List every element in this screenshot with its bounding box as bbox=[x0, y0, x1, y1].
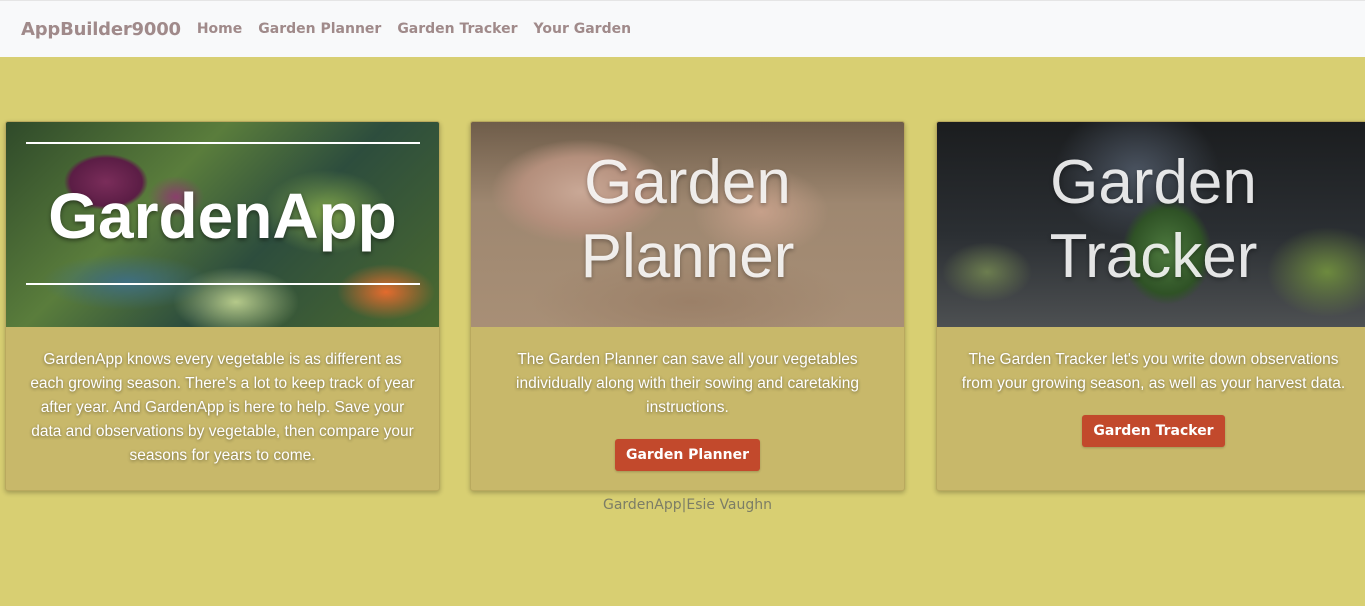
nav-garden-planner[interactable]: Garden Planner bbox=[258, 21, 381, 37]
main-content: GardenApp GardenApp knows every vegetabl… bbox=[0, 57, 1365, 606]
garden-planner-description: The Garden Planner can save all your veg… bbox=[516, 351, 859, 416]
gardenapp-card: GardenApp GardenApp knows every vegetabl… bbox=[5, 121, 440, 491]
vegetables-image: GardenApp bbox=[6, 122, 439, 327]
top-navbar: AppBuilder9000 Home Garden Planner Garde… bbox=[0, 0, 1365, 57]
nav-home[interactable]: Home bbox=[197, 21, 242, 37]
title-rule-top bbox=[26, 142, 420, 144]
harvest-jar-image: Garden Tracker bbox=[937, 122, 1365, 327]
garden-planner-card: Garden Planner The Garden Planner can sa… bbox=[470, 121, 905, 491]
garden-tracker-description: The Garden Tracker let's you write down … bbox=[961, 351, 1346, 392]
planner-image-title-line1: Garden bbox=[584, 148, 791, 217]
nav-your-garden[interactable]: Your Garden bbox=[534, 21, 632, 37]
planner-image-title-line2: Planner bbox=[580, 222, 795, 291]
brand-link[interactable]: AppBuilder9000 bbox=[21, 19, 181, 40]
gardenapp-description: GardenApp knows every vegetable is as di… bbox=[30, 351, 415, 464]
tracker-image-title-line2: Tracker bbox=[1049, 222, 1258, 291]
garden-tracker-button[interactable]: Garden Tracker bbox=[1082, 415, 1225, 447]
tracker-image-title-line1: Garden bbox=[1050, 148, 1257, 217]
nav-garden-tracker[interactable]: Garden Tracker bbox=[397, 21, 517, 37]
garden-tracker-card: Garden Tracker The Garden Tracker let's … bbox=[936, 121, 1365, 491]
gardenapp-image-title: GardenApp bbox=[48, 180, 397, 252]
title-rule-bottom bbox=[26, 283, 420, 285]
footer-credit: GardenApp|Esie Vaughn bbox=[602, 497, 773, 513]
garden-planner-button[interactable]: Garden Planner bbox=[614, 439, 761, 471]
planting-hands-image: Garden Planner bbox=[471, 122, 904, 327]
